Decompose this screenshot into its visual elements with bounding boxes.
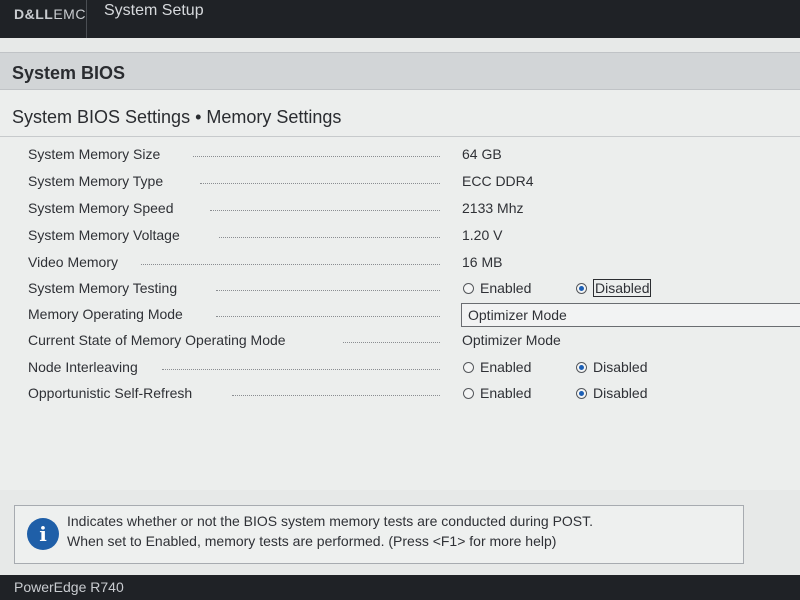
radio-selected-icon [576,283,587,294]
memory-testing-disabled-radio[interactable]: Disabled [576,279,652,297]
setting-row-current-mode: Current State of Memory Operating Mode O… [0,328,800,354]
setting-row-self-refresh: Opportunistic Self-Refresh Enabled Disab… [0,381,800,407]
setting-label: Node Interleaving [28,359,138,375]
server-model: PowerEdge R740 [14,579,124,595]
dotted-leader [200,183,440,184]
memory-operating-mode-dropdown[interactable]: Optimizer Mode [461,303,800,327]
radio-selected-icon [576,362,587,373]
page-title: System BIOS Settings • Memory Settings [12,107,342,127]
setting-label: System Memory Speed [28,200,174,216]
setting-label: System Memory Voltage [28,227,180,243]
setting-value: 2133 Mhz [462,200,524,216]
setting-value: ECC DDR4 [462,173,534,189]
node-interleaving-enabled-radio[interactable]: Enabled [463,359,531,375]
radio-unselected-icon [463,283,474,294]
focused-option: Disabled [593,279,652,297]
setting-value: 1.20 V [462,227,503,243]
radio-unselected-icon [463,362,474,373]
help-text-line-2: When set to Enabled, memory tests are pe… [67,533,557,549]
setting-label: System Memory Type [28,173,164,189]
setting-row-operating-mode: Memory Operating Mode Optimizer Mode [0,302,800,328]
help-box: i Indicates whether or not the BIOS syst… [14,505,744,564]
radio-unselected-icon [463,388,474,399]
dotted-leader [343,342,440,343]
info-icon: i [27,518,59,550]
dotted-leader [141,264,440,265]
section-bar: System BIOS [0,52,800,90]
setting-label: Video Memory [28,254,119,270]
dotted-leader [216,290,440,291]
setting-label: System Memory Size [28,146,161,162]
setting-value: Optimizer Mode [462,332,561,348]
title-divider [0,136,800,137]
self-refresh-disabled-radio[interactable]: Disabled [576,385,647,401]
header-divider [86,0,87,38]
setting-row-memory-testing: System Memory Testing Enabled Disabled [0,276,800,302]
setting-row-memory-speed: System Memory Speed 2133 Mhz [0,196,800,222]
dotted-leader [216,316,440,317]
setting-label: Current State of Memory Operating Mode [28,332,286,348]
setting-label: Memory Operating Mode [28,306,183,322]
dropdown-selected-value: Optimizer Mode [468,307,567,323]
dotted-leader [193,156,440,157]
setting-value: 64 GB [462,146,502,162]
setting-row-memory-voltage: System Memory Voltage 1.20 V [0,223,800,249]
top-bar: D&LLEMC System Setup [0,0,800,38]
memory-testing-enabled-radio[interactable]: Enabled [463,280,531,296]
radio-selected-icon [576,388,587,399]
node-interleaving-disabled-radio[interactable]: Disabled [576,359,647,375]
dotted-leader [162,369,440,370]
dell-emc-logo: D&LLEMC [14,6,86,22]
app-title: System Setup [104,2,204,19]
setting-row-node-interleaving: Node Interleaving Enabled Disabled [0,355,800,381]
self-refresh-enabled-radio[interactable]: Enabled [463,385,531,401]
setting-row-video-memory: Video Memory 16 MB [0,250,800,276]
dotted-leader [232,395,440,396]
dotted-leader [219,237,440,238]
setting-label: System Memory Testing [28,280,178,296]
dotted-leader [210,210,440,211]
section-title: System BIOS [12,63,126,83]
setting-row-memory-type: System Memory Type ECC DDR4 [0,169,800,195]
setting-row-memory-size: System Memory Size 64 GB [0,142,800,168]
setting-value: 16 MB [462,254,503,270]
setting-label: Opportunistic Self-Refresh [28,385,193,401]
help-text-line-1: Indicates whether or not the BIOS system… [67,513,594,529]
settings-panel: System BIOS Settings • Memory Settings S… [0,90,800,490]
footer-bar: PowerEdge R740 [0,575,800,600]
